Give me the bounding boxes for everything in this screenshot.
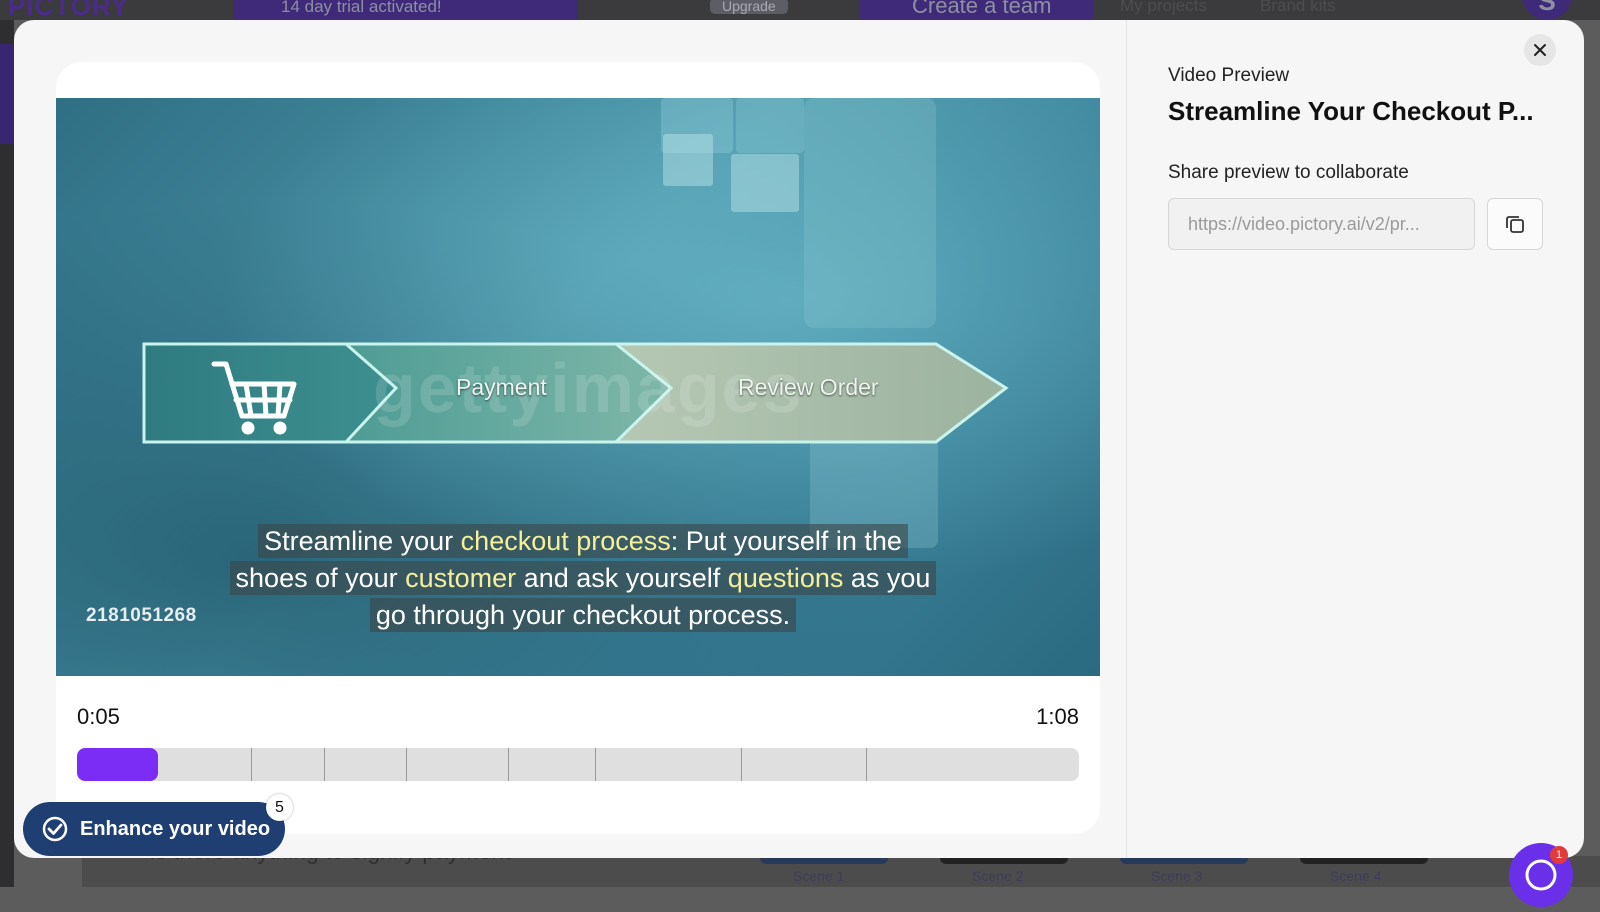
scene-segment-marker xyxy=(866,748,867,781)
trial-banner: 14 day trial activated! Upgrade xyxy=(233,0,788,20)
caption-line-3: go through your checkout process. xyxy=(369,598,797,632)
caption-highlight: customer xyxy=(405,563,517,593)
scene-label: Scene 4 xyxy=(1330,868,1382,884)
arrow-label-payment: Payment xyxy=(456,374,547,400)
copy-button[interactable] xyxy=(1487,198,1543,250)
create-team-button[interactable]: Create a team xyxy=(860,0,1093,20)
caption-text: as you xyxy=(843,563,931,593)
sidebar-accent xyxy=(0,44,14,144)
check-badge-icon xyxy=(41,815,69,843)
caption-highlight: questions xyxy=(727,563,844,593)
scene-label: Scene 1 xyxy=(793,868,845,884)
scene-segment-marker xyxy=(251,748,252,781)
scene-label: Scene 3 xyxy=(1151,868,1203,884)
caption-line-2: shoes of your customer and ask yourself … xyxy=(229,561,937,595)
video-caption: Streamline your checkout process: Put yo… xyxy=(226,523,940,634)
scene-segment-marker xyxy=(508,748,509,781)
copy-icon xyxy=(1506,216,1524,233)
scene-segment-marker xyxy=(406,748,407,781)
upgrade-button[interactable]: Upgrade xyxy=(710,0,788,14)
caption-text: and ask yourself xyxy=(516,563,728,593)
modal-divider xyxy=(1126,20,1127,858)
trial-text: 14 day trial activated! xyxy=(281,0,442,16)
total-time: 1:08 xyxy=(1036,704,1079,729)
caption-text: go through your checkout process. xyxy=(375,600,791,630)
video-preview-modal: gettyimages Payment Review Order Streaml… xyxy=(14,20,1584,858)
caption-text: : Put yourself in the xyxy=(670,526,902,556)
current-time: 0:05 xyxy=(77,704,120,729)
app-sidebar xyxy=(0,20,14,887)
progress-bar[interactable] xyxy=(77,748,1079,781)
scene-segment-marker xyxy=(595,748,596,781)
progress-fill xyxy=(77,748,158,781)
close-icon xyxy=(1534,44,1546,56)
app-logo: PICTORY xyxy=(8,0,130,21)
modal-label: Video Preview xyxy=(1168,65,1290,86)
video-title: Streamline Your Checkout P... xyxy=(1168,96,1534,126)
caption-highlight: checkout process xyxy=(460,526,671,556)
scene-segment-marker xyxy=(741,748,742,781)
avatar[interactable]: S xyxy=(1522,0,1572,20)
chat-notification-badge: 1 xyxy=(1550,846,1568,864)
player-card: gettyimages Payment Review Order Streaml… xyxy=(56,62,1100,834)
caption-text: Streamline your xyxy=(264,526,461,556)
enhance-label: Enhance your video xyxy=(80,817,271,840)
nav-my-projects[interactable]: My projects xyxy=(1120,0,1207,16)
video-frame[interactable]: gettyimages Payment Review Order Streaml… xyxy=(56,98,1100,676)
enhance-video-button[interactable]: Enhance your video xyxy=(23,802,285,856)
stock-id: 2181051268 xyxy=(86,605,197,626)
share-url-input[interactable] xyxy=(1168,198,1475,250)
share-label: Share preview to collaborate xyxy=(1168,162,1409,183)
caption-text: shoes of your xyxy=(235,563,406,593)
scene-label: Scene 2 xyxy=(972,868,1024,884)
caption-line-1: Streamline your checkout process: Put yo… xyxy=(258,524,908,558)
scene-segment-marker xyxy=(324,748,325,781)
app-header: PICTORY 14 day trial activated! Upgrade … xyxy=(0,0,1600,21)
enhance-count-badge: 5 xyxy=(266,794,293,821)
nav-brand-kits[interactable]: Brand kits xyxy=(1260,0,1336,16)
arrow-label-review-order: Review Order xyxy=(738,374,879,400)
close-button[interactable] xyxy=(1524,34,1556,66)
